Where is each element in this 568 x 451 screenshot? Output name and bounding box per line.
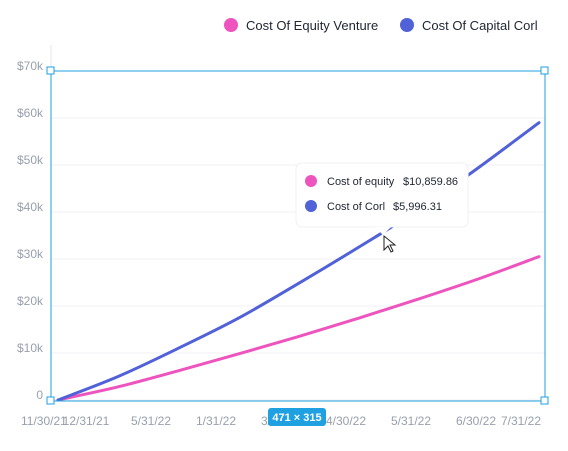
y-tick-label: $10k xyxy=(17,341,44,355)
legend-label-equity: Cost Of Equity Venture xyxy=(246,18,378,33)
resize-handle-top-right[interactable] xyxy=(540,66,549,75)
selection-rect[interactable] xyxy=(50,70,546,402)
size-badge-label: 471 × 315 xyxy=(272,412,321,424)
tooltip-label-corl: Cost of Corl xyxy=(327,201,385,213)
y-tick-label: 0 xyxy=(36,388,43,402)
tooltip-value-equity: $10,859.86 xyxy=(403,176,458,188)
tooltip-pointer xyxy=(375,227,391,235)
x-tick-label: 12/31/21 xyxy=(63,414,110,428)
tooltip-box xyxy=(295,162,469,228)
y-axis-ticks: 0 $10k $20k $30k $40k $50k $60k $70k xyxy=(17,59,44,402)
series-line-equity[interactable] xyxy=(56,255,541,402)
legend-swatch-equity xyxy=(224,18,238,32)
x-tick-label: 6/30/22 xyxy=(456,414,496,428)
tooltip-swatch-corl xyxy=(305,200,317,212)
x-tick-label: 4/30/22 xyxy=(326,414,366,428)
mouse-cursor-icon xyxy=(383,234,397,253)
tooltip-swatch-equity xyxy=(305,175,317,187)
resize-handle-bottom-right[interactable] xyxy=(540,396,549,405)
tooltip-label-equity: Cost of equity xyxy=(327,176,395,188)
resize-handle-top-left[interactable] xyxy=(46,66,55,75)
resize-handle-bottom-left[interactable] xyxy=(46,396,55,405)
line-chart: 0 $10k $20k $30k $40k $50k $60k $70k 11/30/2112… xyxy=(17,18,549,428)
y-tick-label: $40k xyxy=(17,200,44,214)
selection-frame[interactable]: 471 × 315 xyxy=(46,66,549,426)
y-tick-label: $50k xyxy=(17,153,44,167)
x-tick-label: 5/31/22 xyxy=(391,414,431,428)
tooltip-value-corl: $5,996.31 xyxy=(393,201,442,213)
tooltip: Cost of equity $10,859.86 Cost of Corl $… xyxy=(295,162,469,235)
legend-item-equity[interactable]: Cost Of Equity Venture xyxy=(224,18,378,33)
x-tick-label: 1/31/22 xyxy=(196,414,236,428)
x-tick-label: 5/31/22 xyxy=(131,414,171,428)
legend-swatch-capital xyxy=(400,18,414,32)
y-tick-label: $60k xyxy=(17,106,44,120)
size-badge: 471 × 315 xyxy=(268,408,326,426)
y-tick-label: $20k xyxy=(17,294,44,308)
legend: Cost Of Equity Venture Cost Of Capital C… xyxy=(224,18,538,33)
legend-item-capital[interactable]: Cost Of Capital Corl xyxy=(400,18,538,33)
legend-label-capital: Cost Of Capital Corl xyxy=(422,18,538,33)
x-tick-label: 7/31/22 xyxy=(501,414,541,428)
y-tick-label: $70k xyxy=(17,59,44,73)
grid-lines xyxy=(51,70,545,401)
y-tick-label: $30k xyxy=(17,247,44,261)
x-tick-label: 11/30/21 xyxy=(21,414,67,428)
